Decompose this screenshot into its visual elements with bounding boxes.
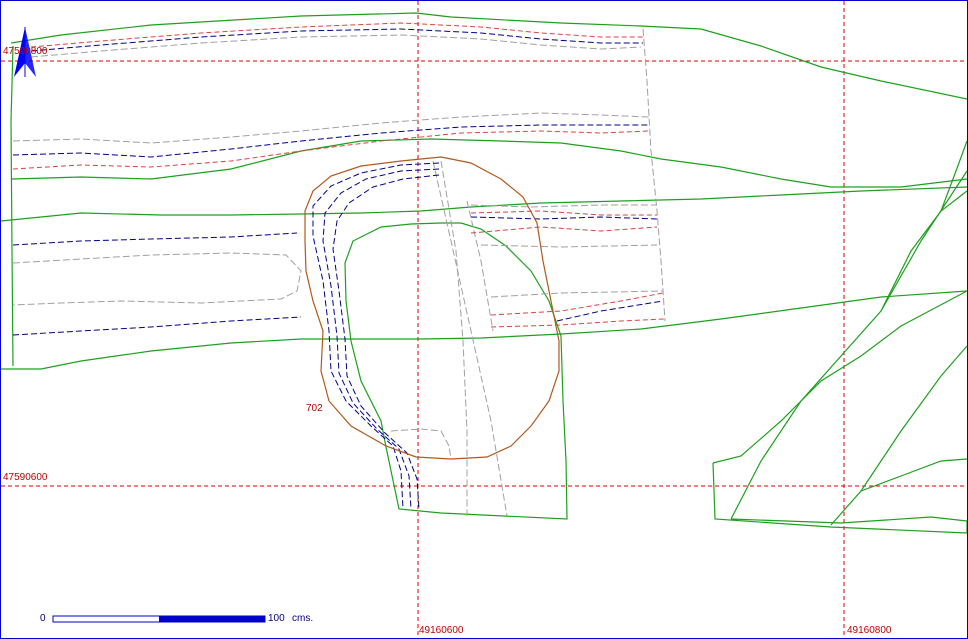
red-line-right-3 [490, 292, 664, 316]
northing-label-top: 47590800 [3, 46, 48, 57]
boundary-lower-band [1, 290, 967, 370]
grid-lines [1, 1, 967, 638]
parcel-number-label: 702 [306, 403, 323, 414]
boundary-middle-band [1, 186, 967, 222]
boundary-right-polygon [712, 462, 967, 534]
boundary-diagonal-4 [880, 190, 967, 312]
blue-line-left [12, 232, 298, 246]
red-line-upper [12, 130, 650, 170]
gray-line-left-loop [12, 252, 302, 306]
red-lines [12, 22, 666, 328]
gray-line-top [30, 34, 642, 58]
gray-lines [12, 28, 666, 517]
gray-line-right-lower [490, 290, 664, 298]
boundary-top [10, 12, 967, 100]
scale-max-label: 100 [268, 613, 285, 624]
boundary-left-vertical [10, 45, 14, 367]
blue-line-top [30, 28, 643, 52]
blue-lines [12, 28, 664, 510]
gray-line-diagonal-3 [466, 200, 494, 332]
northing-label-bottom: 47590600 [3, 472, 48, 483]
parcel-outline [304, 156, 560, 460]
scale-bar [52, 615, 266, 623]
blue-line-lower [12, 316, 302, 336]
red-line-right-2 [470, 226, 658, 234]
gray-line-bottom-left [390, 428, 452, 460]
boundary-inner-loop [344, 222, 568, 520]
boundary-upper-band [11, 138, 967, 188]
blue-line-right-1 [470, 216, 658, 220]
map-drawing [1, 1, 967, 638]
easting-label-right: 49160800 [847, 625, 892, 636]
blue-line-right-2 [556, 300, 664, 322]
scale-min-label: 0 [40, 613, 46, 624]
red-line-right-4 [490, 318, 666, 328]
boundary-lines [1, 12, 967, 534]
blue-line-channel-3 [332, 174, 440, 510]
red-line-right-1 [470, 210, 657, 216]
easting-label-left: 49160600 [419, 625, 464, 636]
scale-unit-label: cms. [292, 613, 314, 624]
scale-bar-fill [159, 616, 265, 622]
boundary-diagonal-2 [830, 345, 967, 526]
gray-line-right-edge [642, 28, 666, 322]
map-canvas[interactable]: 47590800 47590600 49160600 49160800 702 … [0, 0, 968, 639]
boundary-right-polygon-top [712, 290, 967, 464]
